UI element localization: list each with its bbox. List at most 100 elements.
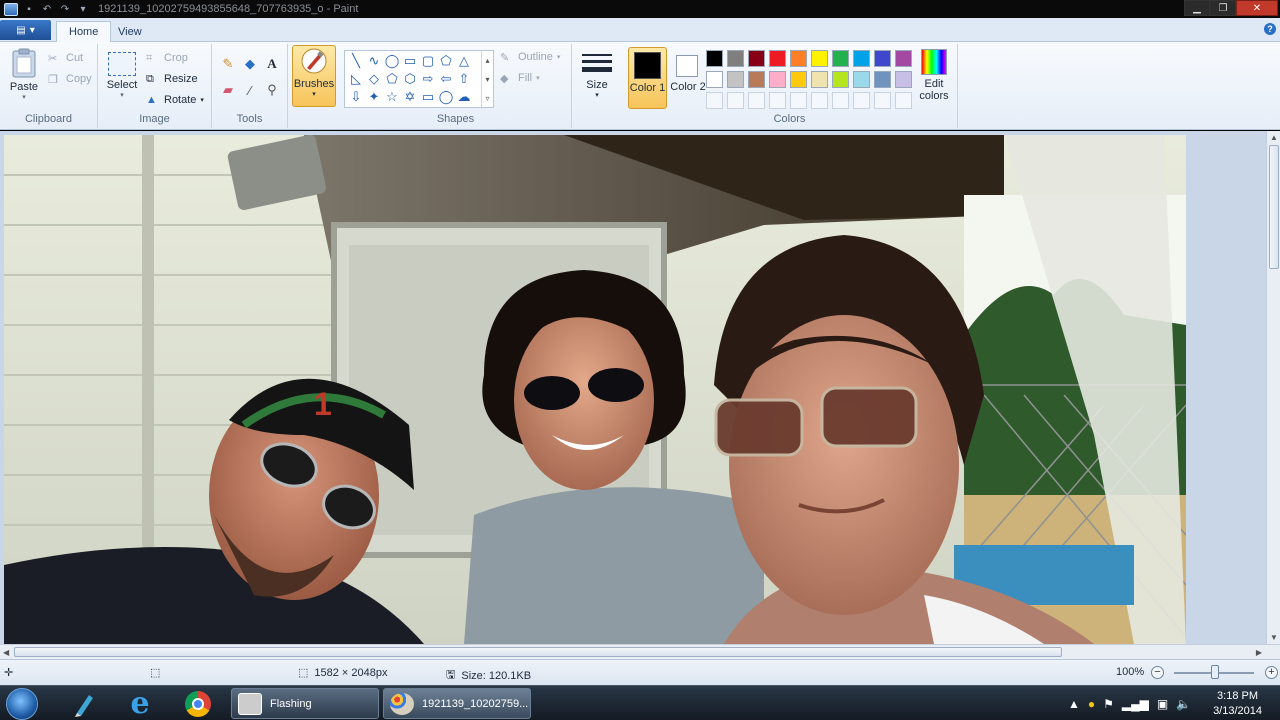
zoom-in-button[interactable]: + bbox=[1265, 666, 1278, 679]
palette-empty-slot[interactable] bbox=[706, 92, 723, 109]
show-hidden-icons[interactable]: ▲ bbox=[1068, 697, 1080, 711]
zoom-out-button[interactable]: − bbox=[1151, 666, 1164, 679]
undo-icon[interactable]: ↶ bbox=[40, 3, 54, 16]
fill-bucket-icon[interactable]: ◆ bbox=[240, 54, 260, 74]
palette-empty-slot[interactable] bbox=[811, 92, 828, 109]
hexagon-shape-icon[interactable]: ⬡ bbox=[401, 70, 419, 88]
palette-color[interactable] bbox=[832, 71, 849, 88]
edit-colors-button[interactable]: Edit colors bbox=[916, 49, 952, 102]
palette-empty-slot[interactable] bbox=[748, 92, 765, 109]
palette-color[interactable] bbox=[706, 71, 723, 88]
tab-view[interactable]: View bbox=[106, 21, 154, 42]
volume-icon[interactable]: 🔈 bbox=[1176, 697, 1191, 711]
cloud-callout-icon[interactable]: ☁ bbox=[455, 88, 473, 106]
five-point-star-icon[interactable]: ☆ bbox=[383, 88, 401, 106]
outline-button[interactable]: ✎ Outline ▾ bbox=[500, 51, 560, 64]
zoom-slider-thumb[interactable] bbox=[1211, 665, 1219, 679]
select-button[interactable]: Select ▾ bbox=[106, 52, 138, 99]
crop-button[interactable]: ⌗ Crop bbox=[146, 52, 188, 64]
palette-color[interactable] bbox=[748, 50, 765, 67]
palette-empty-slot[interactable] bbox=[790, 92, 807, 109]
scroll-up-icon[interactable]: ▲ bbox=[1270, 133, 1278, 142]
maximize-button[interactable]: ❐ bbox=[1210, 0, 1236, 16]
left-arrow-shape-icon[interactable]: ⇦ bbox=[437, 70, 455, 88]
six-point-star-icon[interactable]: ✡ bbox=[401, 88, 419, 106]
triangle-shape-icon[interactable]: △ bbox=[455, 52, 473, 70]
scroll-right-icon[interactable]: ▶ bbox=[1256, 648, 1262, 657]
palette-empty-slot[interactable] bbox=[874, 92, 891, 109]
canvas-area[interactable]: 1 bbox=[0, 131, 1280, 644]
polygon-shape-icon[interactable]: ⬠ bbox=[437, 52, 455, 70]
paint-menu-button[interactable]: ▤ ▾ bbox=[0, 20, 51, 40]
oval-callout-icon[interactable]: ◯ bbox=[437, 88, 455, 106]
palette-color[interactable] bbox=[769, 71, 786, 88]
palette-empty-slot[interactable] bbox=[895, 92, 912, 109]
rounded-rectangle-shape-icon[interactable]: ▢ bbox=[419, 52, 437, 70]
palette-color[interactable] bbox=[874, 71, 891, 88]
vertical-scroll-thumb[interactable] bbox=[1269, 145, 1279, 269]
palette-color[interactable] bbox=[874, 50, 891, 67]
network-icon[interactable]: ▂▄▆ bbox=[1122, 697, 1149, 711]
color2-button[interactable]: Color 2 bbox=[670, 47, 710, 109]
eraser-icon[interactable]: ▰ bbox=[218, 80, 238, 100]
line-shape-icon[interactable]: ╲ bbox=[347, 52, 365, 70]
device-icon[interactable]: ▣ bbox=[1157, 697, 1168, 711]
rotate-button[interactable]: ▲ Rotate ▾ bbox=[146, 94, 204, 106]
curve-shape-icon[interactable]: ∿ bbox=[365, 52, 383, 70]
horizontal-scrollbar[interactable]: ◀ ▶ bbox=[0, 644, 1280, 659]
pinned-internet-explorer[interactable]: e bbox=[115, 688, 165, 720]
pentagon-shape-icon[interactable]: ⬠ bbox=[383, 70, 401, 88]
paste-button[interactable]: Paste ▾ bbox=[8, 48, 40, 101]
resize-button[interactable]: ⧉ Resize bbox=[146, 73, 198, 85]
palette-color[interactable] bbox=[790, 71, 807, 88]
fill-button[interactable]: ◆ Fill ▾ bbox=[500, 72, 540, 85]
clock[interactable]: 3:18 PM 3/13/2014 bbox=[1213, 689, 1262, 719]
palette-empty-slot[interactable] bbox=[853, 92, 870, 109]
tab-home[interactable]: Home bbox=[56, 21, 112, 42]
close-button[interactable]: ✕ bbox=[1236, 0, 1278, 16]
color-picker-icon[interactable]: ⁄ bbox=[240, 80, 260, 100]
palette-color[interactable] bbox=[706, 50, 723, 67]
text-tool-icon[interactable]: A bbox=[262, 54, 282, 74]
brushes-button[interactable]: Brushes ▾ bbox=[292, 45, 336, 107]
size-button[interactable]: Size ▾ bbox=[580, 52, 614, 99]
oval-shape-icon[interactable]: ◯ bbox=[383, 52, 401, 70]
task-flashing[interactable]: Flashing bbox=[231, 688, 379, 719]
palette-color[interactable] bbox=[769, 50, 786, 67]
palette-color[interactable] bbox=[895, 71, 912, 88]
save-icon[interactable]: ▪ bbox=[22, 3, 36, 16]
cut-button[interactable]: ✂ Cut bbox=[48, 52, 83, 65]
right-arrow-shape-icon[interactable]: ⇨ bbox=[419, 70, 437, 88]
palette-color[interactable] bbox=[811, 50, 828, 67]
palette-color[interactable] bbox=[853, 50, 870, 67]
palette-empty-slot[interactable] bbox=[769, 92, 786, 109]
right-triangle-shape-icon[interactable]: ◺ bbox=[347, 70, 365, 88]
redo-icon[interactable]: ↷ bbox=[58, 3, 72, 16]
shapes-scroll[interactable]: ▴ ▾ ▿ bbox=[481, 51, 493, 109]
flag-icon[interactable]: ⚑ bbox=[1103, 697, 1114, 711]
security-shield-icon[interactable]: ● bbox=[1088, 697, 1095, 711]
palette-empty-slot[interactable] bbox=[832, 92, 849, 109]
palette-color[interactable] bbox=[790, 50, 807, 67]
pencil-icon[interactable]: ✎ bbox=[218, 54, 238, 74]
pinned-chrome[interactable] bbox=[173, 688, 223, 720]
scroll-down-icon[interactable]: ▼ bbox=[1270, 633, 1278, 642]
palette-color[interactable] bbox=[895, 50, 912, 67]
palette-color[interactable] bbox=[832, 50, 849, 67]
help-icon[interactable]: ? bbox=[1264, 23, 1276, 35]
palette-color[interactable] bbox=[727, 71, 744, 88]
rectangle-shape-icon[interactable]: ▭ bbox=[401, 52, 419, 70]
diamond-shape-icon[interactable]: ◇ bbox=[365, 70, 383, 88]
palette-color[interactable] bbox=[727, 50, 744, 67]
palette-color[interactable] bbox=[811, 71, 828, 88]
scroll-left-icon[interactable]: ◀ bbox=[3, 648, 9, 657]
customize-qat-icon[interactable]: ▾ bbox=[76, 3, 90, 16]
task-paint[interactable]: 1921139_10202759... bbox=[383, 688, 531, 719]
image-canvas[interactable]: 1 bbox=[4, 135, 1186, 644]
color1-button[interactable]: Color 1 bbox=[628, 47, 667, 109]
up-arrow-shape-icon[interactable]: ⇧ bbox=[455, 70, 473, 88]
rect-callout-icon[interactable]: ▭ bbox=[419, 88, 437, 106]
magnifier-icon[interactable]: ⚲ bbox=[262, 80, 282, 100]
minimize-button[interactable]: ▁ bbox=[1184, 0, 1210, 16]
palette-empty-slot[interactable] bbox=[727, 92, 744, 109]
